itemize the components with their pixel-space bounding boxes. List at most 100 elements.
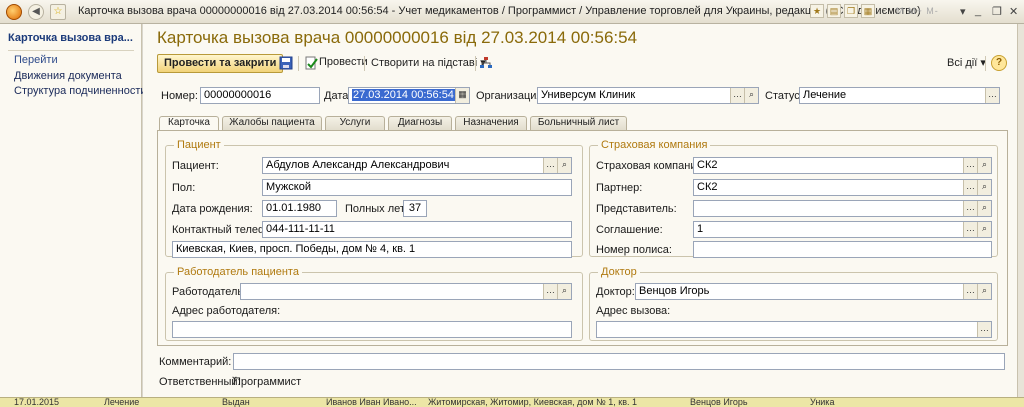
close-icon[interactable]: ✕ [1009, 5, 1018, 18]
help-icon[interactable]: ? [991, 55, 1007, 71]
patient-value: Абдулов Александр Александрович [266, 159, 450, 171]
background-list-row: 17.01.2015 Лечение Выдан Иванов Иван Ива… [0, 397, 1024, 407]
calendar-icon[interactable]: ▦ [455, 88, 469, 103]
age-field[interactable]: 37 [403, 200, 427, 217]
post-and-close-button[interactable]: Провести та закрити [157, 54, 284, 73]
star-icon[interactable]: ☆ [50, 4, 66, 20]
employer-address-label: Адрес работодателя: [172, 305, 281, 317]
policy-number-field[interactable] [693, 241, 992, 258]
employer-address-field[interactable] [172, 321, 572, 338]
open-magnifier-icon[interactable]: ⌕ [977, 158, 991, 173]
age-label: Полных лет: [345, 203, 409, 215]
nav-divider [8, 50, 134, 51]
list-cell: Лечение [104, 397, 140, 407]
window-title: Карточка вызова врача 00000000016 від 27… [78, 5, 921, 17]
patient-group: Пациент Пациент: Абдулов Александр Алекс… [165, 139, 583, 258]
app-logo-icon[interactable] [6, 4, 22, 20]
status-field[interactable]: Лечение … [799, 87, 1000, 104]
restore-icon[interactable]: ❐ [992, 5, 1002, 18]
select-ellipsis-icon[interactable]: … [985, 88, 999, 103]
doctor-label: Доктор: [596, 286, 635, 298]
partner-field[interactable]: СК2 … ⌕ [693, 179, 992, 196]
form-title: Карточка вызова врача 00000000016 від 27… [157, 28, 638, 47]
open-magnifier-icon[interactable]: ⌕ [977, 284, 991, 299]
doctor-value: Венцов Игорь [639, 285, 710, 297]
tab-services[interactable]: Услуги [325, 116, 385, 130]
nav-section-goto: Перейти [14, 54, 58, 66]
representative-label: Представитель: [596, 203, 677, 215]
select-ellipsis-icon[interactable]: … [963, 158, 977, 173]
open-magnifier-icon[interactable]: ⌕ [557, 158, 571, 173]
create-based-on-button[interactable]: Створити на підставі ▾ [371, 56, 486, 69]
employer-group-title: Работодатель пациента [174, 266, 302, 278]
responsible-label: Ответственный: [159, 376, 241, 388]
organization-field[interactable]: Универсум Клиник … ⌕ [537, 87, 759, 104]
call-address-field[interactable]: … [596, 321, 992, 338]
select-ellipsis-icon[interactable]: … [963, 201, 977, 216]
insurance-company-field[interactable]: СК2 … ⌕ [693, 157, 992, 174]
titlebar-tools: ★ ▤ ❐ ▦ [810, 4, 878, 18]
memory-buttons[interactable]: M M+ M- [896, 6, 939, 16]
sex-label: Пол: [172, 182, 196, 194]
organization-value: Универсум Клиник [541, 89, 636, 101]
patient-address-field[interactable]: Киевская, Киев, просп. Победы, дом № 4, … [172, 241, 572, 258]
copy-icon[interactable]: ❐ [844, 4, 858, 18]
employer-group: Работодатель пациента Работодатель: … ⌕ … [165, 266, 583, 341]
history-icon[interactable]: ▤ [827, 4, 841, 18]
navigation-panel: Карточка вызова вра... Перейти Движения … [0, 24, 147, 397]
number-label: Номер: [161, 90, 198, 102]
select-ellipsis-icon[interactable]: … [963, 222, 977, 237]
post-button[interactable]: Провести [319, 56, 368, 68]
select-ellipsis-icon[interactable]: … [963, 180, 977, 195]
save-icon[interactable] [279, 56, 293, 70]
representative-field[interactable]: … ⌕ [693, 200, 992, 217]
minimize-icon[interactable]: _ [975, 5, 981, 17]
nav-link-subordination-structure[interactable]: Структура подчиненности [14, 85, 147, 97]
list-cell: Венцов Игорь [690, 397, 748, 407]
nav-link-document-movements[interactable]: Движения документа [14, 70, 122, 82]
all-actions-button[interactable]: Всі дії ▾ [947, 56, 986, 69]
tab-prescriptions[interactable]: Назначения [455, 116, 527, 130]
toolbar-divider [298, 56, 299, 71]
document-form: Карточка вызова врача 00000000016 від 27… [143, 24, 1024, 397]
doctor-field[interactable]: Венцов Игорь … ⌕ [635, 283, 992, 300]
responsible-value: Программист [233, 376, 302, 388]
tab-card[interactable]: Карточка [159, 116, 219, 131]
date-field[interactable]: 27.03.2014 00:56:54 ▦ [348, 87, 470, 104]
structure-icon[interactable] [479, 56, 493, 70]
agreement-field[interactable]: 1 … ⌕ [693, 221, 992, 238]
list-cell: Житомирская, Житомир, Киевская, дом № 1,… [428, 397, 637, 407]
sex-field[interactable]: Мужской [262, 179, 572, 196]
select-ellipsis-icon[interactable]: … [543, 158, 557, 173]
comment-field[interactable] [233, 353, 1005, 370]
favorites-icon[interactable]: ★ [810, 4, 824, 18]
select-ellipsis-icon[interactable]: … [543, 284, 557, 299]
number-field[interactable]: 00000000016 [200, 87, 320, 104]
select-ellipsis-icon[interactable]: … [977, 322, 991, 337]
calendar-icon[interactable]: ▦ [861, 4, 875, 18]
open-magnifier-icon[interactable]: ⌕ [977, 222, 991, 237]
tab-patient-complaints[interactable]: Жалобы пациента [222, 116, 322, 130]
patient-field[interactable]: Абдулов Александр Александрович … ⌕ [262, 157, 572, 174]
select-ellipsis-icon[interactable]: … [963, 284, 977, 299]
list-cell: Иванов Иван Ивано... [326, 397, 417, 407]
call-address-label: Адрес вызова: [596, 305, 671, 317]
open-magnifier-icon[interactable]: ⌕ [557, 284, 571, 299]
select-ellipsis-icon[interactable]: … [730, 88, 744, 103]
dob-field[interactable]: 01.01.1980 [262, 200, 337, 217]
doctor-group: Доктор Доктор: Венцов Игорь … ⌕ Адрес вы… [589, 266, 998, 341]
status-label: Статус: [765, 90, 803, 102]
open-magnifier-icon[interactable]: ⌕ [977, 180, 991, 195]
phone-field[interactable]: 044-111-11-11 [262, 221, 572, 238]
tab-sick-leave[interactable]: Больничный лист [530, 116, 627, 130]
employer-field[interactable]: … ⌕ [240, 283, 572, 300]
tab-diagnoses[interactable]: Диагнозы [388, 116, 452, 130]
dob-label: Дата рождения: [172, 203, 253, 215]
open-magnifier-icon[interactable]: ⌕ [744, 88, 758, 103]
employer-label: Работодатель: [172, 286, 247, 298]
window-titlebar: ◀ ☆ Карточка вызова врача 00000000016 ві… [0, 0, 1024, 24]
back-icon[interactable]: ◀ [28, 4, 44, 20]
window-menu-icon[interactable]: ▾ [960, 5, 966, 18]
status-value: Лечение [803, 89, 847, 101]
open-magnifier-icon[interactable]: ⌕ [977, 201, 991, 216]
